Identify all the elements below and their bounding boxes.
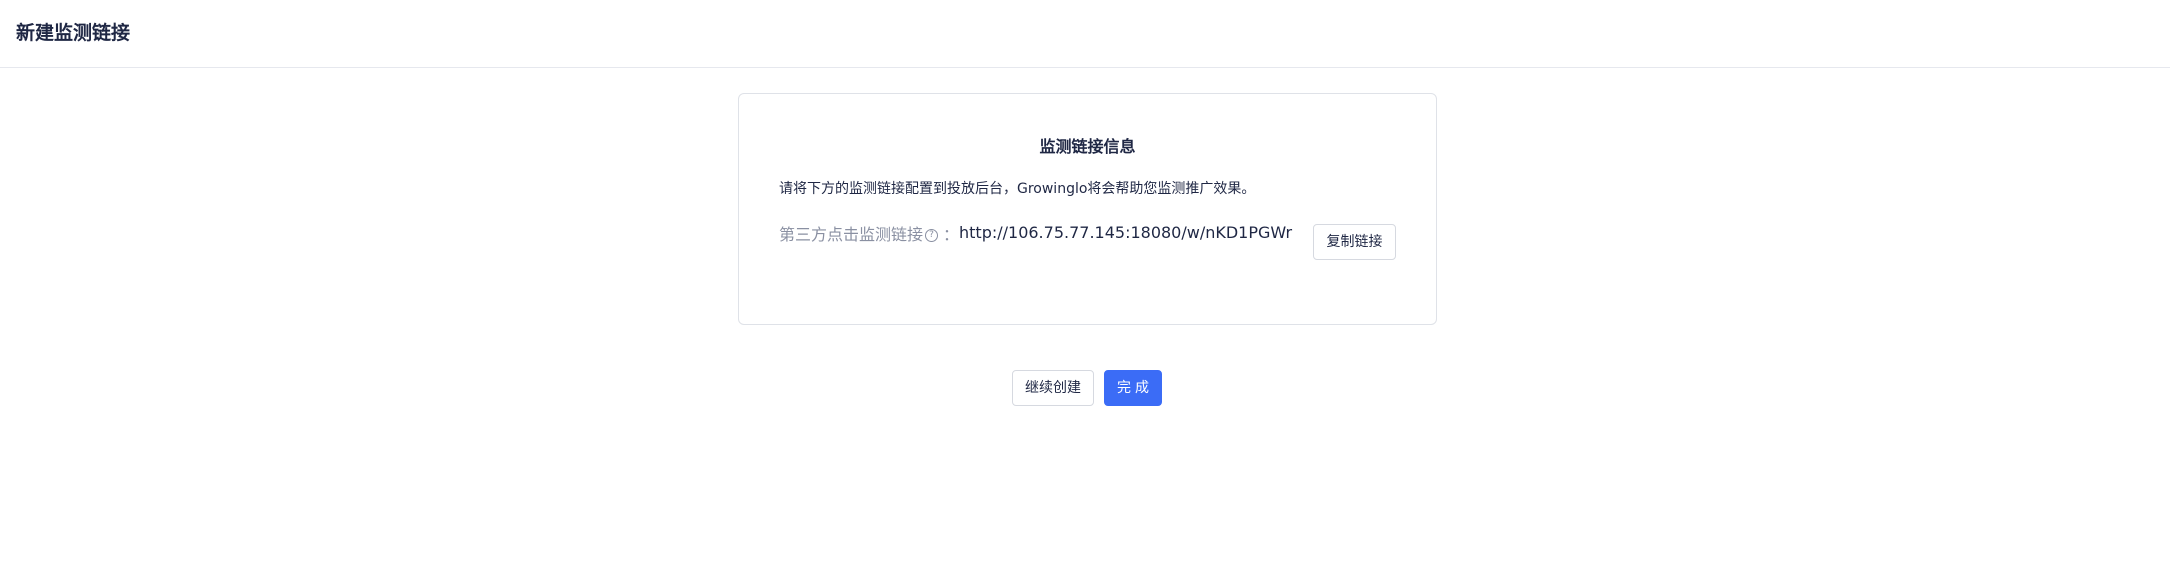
continue-create-button[interactable]: 继续创建 [1012, 370, 1094, 406]
card-title: 监测链接信息 [1039, 137, 1136, 156]
page-header: 新建监测链接 [0, 0, 2170, 68]
page-title: 新建监测链接 [16, 22, 131, 44]
monitor-link-value: http://106.75.77.145:18080/w/nKD1PGWr [959, 223, 1293, 242]
copy-link-button[interactable]: 复制链接 [1313, 224, 1396, 260]
done-button[interactable]: 完成 [1104, 370, 1162, 406]
link-label: 第三方点击监测链接 [779, 225, 924, 244]
instruction-text: 请将下方的监测链接配置到投放后台，Growinglo将会帮助您监测推广效果。 [779, 181, 1256, 197]
monitor-link-info-card: 监测链接信息 请将下方的监测链接配置到投放后台，Growinglo将会帮助您监测… [738, 93, 1437, 325]
label-colon: ： [943, 225, 960, 244]
help-icon[interactable]: ? [925, 229, 938, 242]
